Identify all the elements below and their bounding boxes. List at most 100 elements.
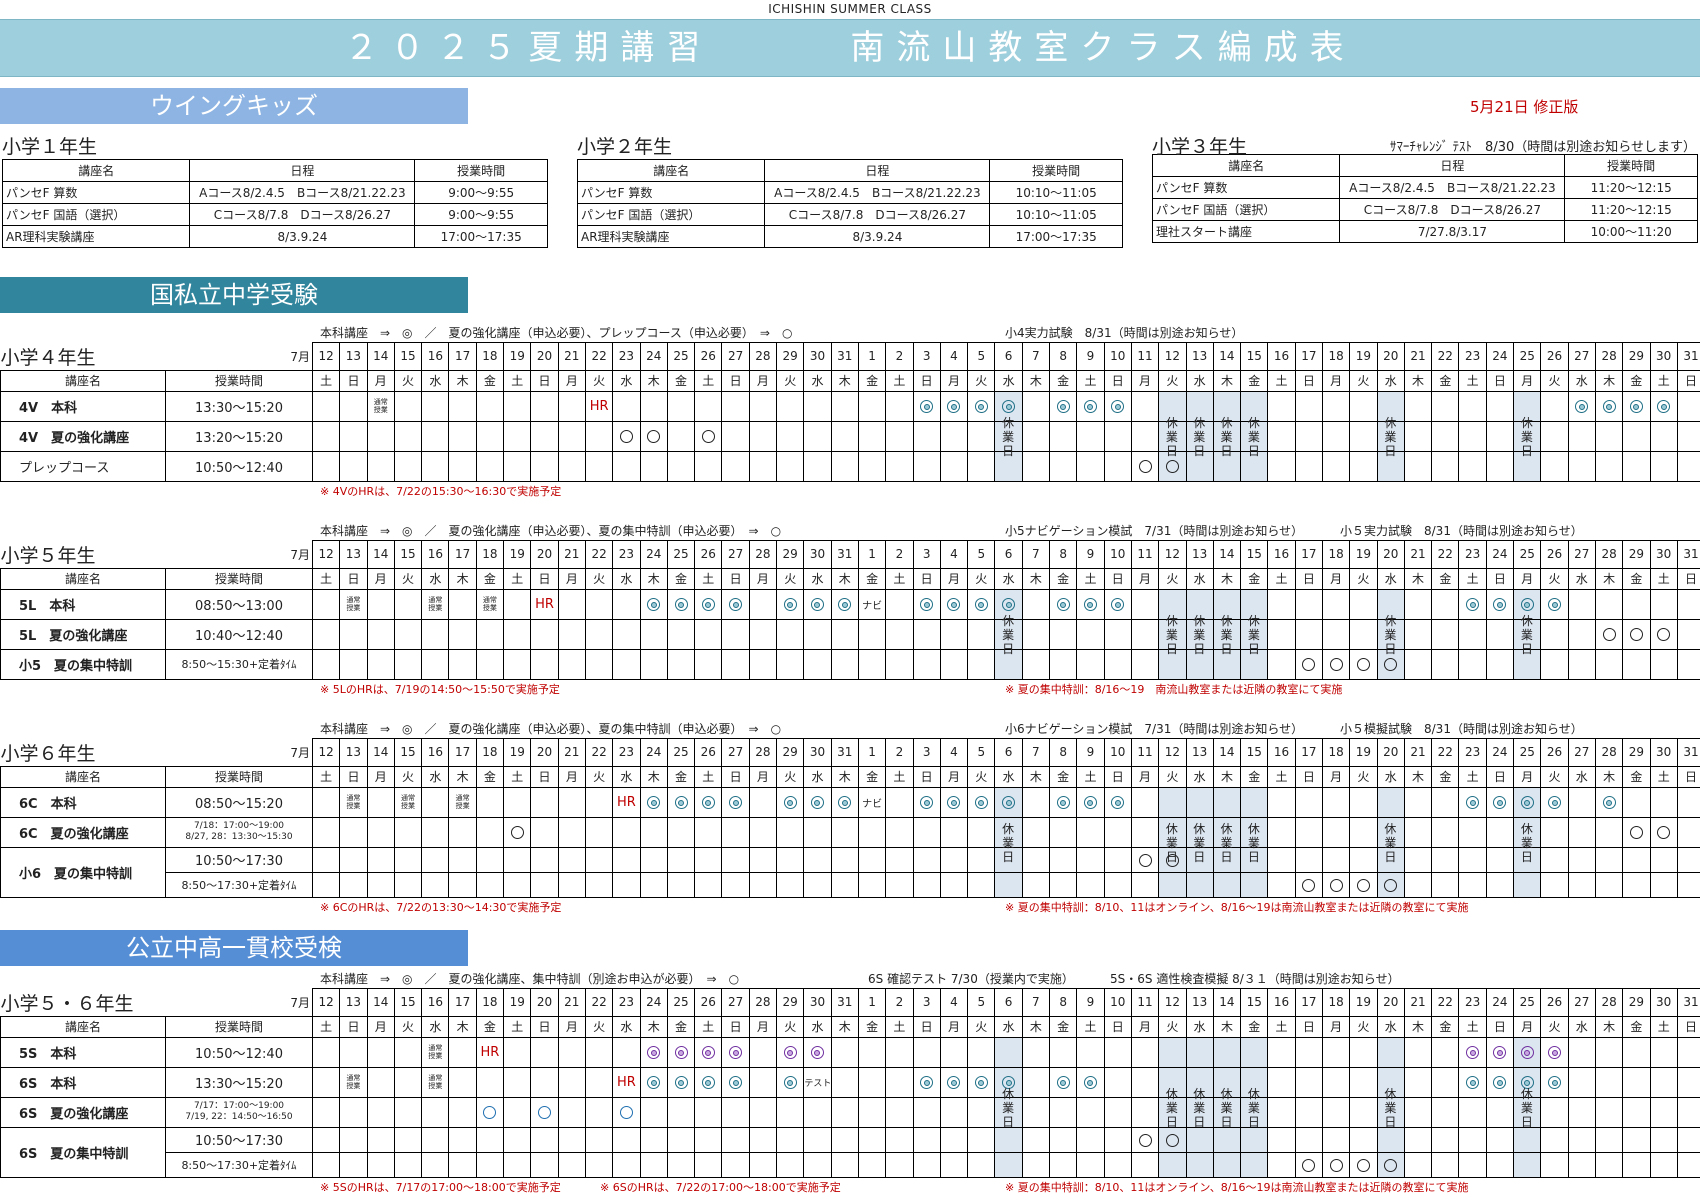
honka-mark-icon — [920, 598, 934, 611]
day-cell — [1567, 816, 1596, 848]
weekday-cell: 水 — [421, 1015, 450, 1038]
course-time: 8:50～17:30+定着ﾀｲﾑ — [165, 1151, 313, 1178]
day-cell — [503, 871, 532, 898]
date-cell: 9 — [1076, 988, 1105, 1017]
day-cell — [448, 1126, 477, 1153]
day-cell — [366, 450, 395, 482]
date-cell: 25 — [1513, 988, 1542, 1017]
wing-grade3: 小学３年生 ｻﾏｰﾁｬﾚﾝｼﾞ ﾃｽﾄ 8/30（時間は別途お知らせします） 講… — [1151, 132, 1698, 243]
day-cell — [612, 1126, 641, 1153]
day-cell — [339, 648, 368, 680]
hr-label: HR — [535, 596, 554, 612]
option-mark-icon — [1657, 628, 1671, 641]
date-cell: 29 — [1622, 342, 1651, 371]
day-cell — [612, 1151, 641, 1178]
day-cell — [639, 871, 668, 898]
date-cell: 6 — [994, 988, 1023, 1017]
day-cell — [1049, 450, 1078, 482]
weekday-cell: 土 — [1267, 765, 1296, 788]
date-cell: 30 — [803, 988, 832, 1017]
day-cell — [721, 648, 750, 680]
day-cell — [393, 588, 423, 620]
column-header: 日程 — [764, 159, 991, 182]
regular-class-label: 通常授業 — [401, 793, 416, 810]
date-cell: 9 — [1076, 342, 1105, 371]
column-header: 講座名 — [0, 567, 166, 590]
honka-mark-icon — [729, 1076, 743, 1089]
honka-mark-icon — [783, 598, 797, 611]
honka-mark-icon — [1548, 1076, 1561, 1089]
day-cell — [748, 618, 778, 650]
date-cell: 4 — [939, 738, 969, 767]
day-cell — [967, 786, 996, 818]
day-cell — [721, 1126, 750, 1153]
day-cell: 通常授業 — [339, 588, 368, 620]
weekday-cell: 月 — [748, 369, 778, 392]
day-cell — [1676, 390, 1700, 422]
day-cell — [939, 450, 969, 482]
date-cell: 26 — [694, 342, 723, 371]
date-cell: 14 — [1212, 738, 1242, 767]
grade3-test-note: ｻﾏｰﾁｬﾚﾝｼﾞ ﾃｽﾄ 8/30（時間は別途お知らせします） — [1389, 140, 1696, 155]
day-cell — [1267, 420, 1296, 452]
weekday-cell: 金 — [857, 765, 887, 788]
day-cell — [1403, 1096, 1433, 1128]
honka-mark-icon — [1629, 400, 1643, 413]
weekday-cell: 金 — [1622, 567, 1651, 590]
weekday-cell: 金 — [1431, 1015, 1460, 1038]
course-name: プレップコース — [0, 450, 166, 482]
date-cell: 17 — [448, 738, 477, 767]
day-cell — [1049, 588, 1078, 620]
day-cell — [1049, 816, 1078, 848]
schedule-row: 5L 夏の強化講座 10:40～12:40 — [0, 618, 1700, 650]
day-cell — [1649, 786, 1678, 818]
date-cell: 28 — [748, 540, 778, 569]
day-cell — [311, 420, 341, 452]
honka-mark-icon — [947, 1076, 961, 1089]
day-cell — [857, 618, 887, 650]
day-cell — [1321, 618, 1351, 650]
course-schedule: Cコース8/7.8 Dコース8/26.27 — [189, 203, 416, 226]
weekday-cell: 金 — [857, 369, 887, 392]
course-schedule: Aコース8/2.4.5 Bコース8/21.22.23 — [1339, 176, 1566, 199]
day-cell — [475, 1126, 505, 1153]
day-cell — [612, 1096, 641, 1128]
day-cell — [1321, 390, 1351, 422]
day-cell — [1622, 871, 1651, 898]
day-cell — [1076, 618, 1105, 650]
honka-mark-icon — [1002, 400, 1016, 413]
day-cell — [666, 618, 696, 650]
weekday-cell: 土 — [694, 369, 723, 392]
day-cell — [639, 588, 668, 620]
day-cell: ナビ — [857, 786, 887, 818]
weekday-cell: 月 — [939, 567, 969, 590]
day-cell — [1403, 390, 1433, 422]
day-cell — [311, 871, 341, 898]
table-row: AR理科実験講座 8/3.9.24 17:00～17:35 — [576, 225, 1123, 248]
day-cell — [475, 618, 505, 650]
honka-mark-icon — [1466, 1076, 1480, 1089]
day-cell — [1676, 846, 1700, 873]
day-cell — [1540, 1126, 1569, 1153]
date-cell: 31 — [1676, 540, 1700, 569]
honka-mark-icon — [1466, 796, 1480, 809]
day-cell — [1458, 1151, 1487, 1178]
day-cell — [748, 1096, 778, 1128]
day-cell — [1021, 390, 1051, 422]
day-cell — [584, 871, 614, 898]
day-cell — [885, 618, 914, 650]
honka-mark-icon — [783, 1046, 797, 1059]
date-cell: 20 — [530, 988, 559, 1017]
day-cell — [1594, 1036, 1624, 1068]
day-cell — [748, 1151, 778, 1178]
option-mark-icon — [1329, 658, 1343, 671]
day-cell — [1540, 588, 1569, 620]
date-cell: 22 — [1431, 540, 1460, 569]
date-cell: 13 — [1185, 738, 1214, 767]
day-cell — [776, 871, 805, 898]
day-cell — [1567, 1096, 1596, 1128]
day-cell — [475, 390, 505, 422]
option-mark-icon — [1302, 658, 1316, 671]
day-cell — [1130, 648, 1160, 680]
day-cell — [939, 1036, 969, 1068]
